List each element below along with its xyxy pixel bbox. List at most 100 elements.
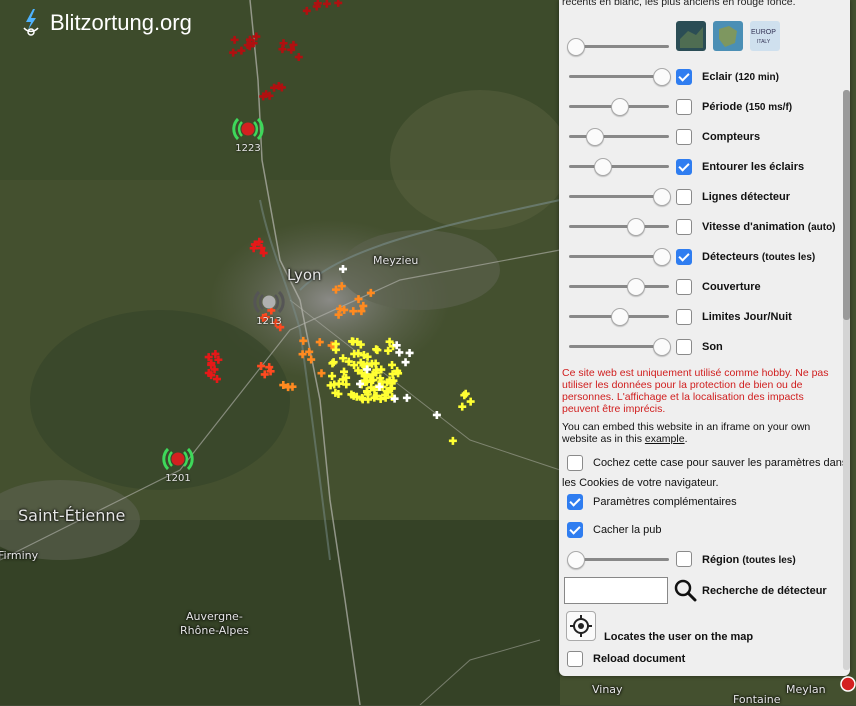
lightning-logo-icon [23,9,39,36]
locate-crosshair-icon [570,615,592,637]
hide-ad-checkbox[interactable] [567,522,583,538]
satellite-thumb-icon [680,27,703,48]
lightning-strikes-layer [204,0,475,445]
setting-slider[interactable] [569,157,669,176]
slider-knob[interactable] [653,337,671,356]
reload-checkbox[interactable] [567,651,583,667]
detector-search-input[interactable] [564,577,668,604]
setting-checkbox[interactable] [676,219,692,235]
legend-text: récents en blanc, les plus anciens en ro… [562,0,796,8]
slider-knob[interactable] [627,277,645,296]
setting-checkbox[interactable] [676,69,692,85]
map-thumb-europe[interactable] [713,21,743,51]
locate-user-button[interactable] [566,611,596,641]
region-label-text: Région [702,554,740,566]
strike-mark [307,355,316,364]
panel-scrollbar[interactable] [843,90,850,670]
strike-mark [340,305,349,314]
region-checkbox[interactable] [676,551,692,567]
brand-title: Blitzortung.org [50,10,192,35]
embed-end: . [684,433,688,445]
station-marker[interactable]: 1213 [253,286,285,327]
strike-mark [405,348,414,357]
station-code: 1223 [235,143,261,154]
brand[interactable]: Blitzortung.org [20,8,192,38]
strike-mark [257,362,266,371]
strike-mark [334,0,343,7]
slider-knob[interactable] [653,67,671,86]
strike-mark [432,410,441,419]
station-marker[interactable]: 1223 [232,113,264,154]
setting-checkbox[interactable] [676,159,692,175]
setting-slider[interactable] [569,97,669,116]
station-code: 1201 [165,473,191,484]
slider-knob[interactable] [611,97,629,116]
setting-slider[interactable] [569,337,671,356]
strike-mark [466,397,475,406]
station-marker-partial[interactable] [836,672,856,696]
setting-label: Eclair (120 min) [702,71,779,83]
strike-mark [349,307,358,316]
strike-mark [402,393,411,402]
station-marker[interactable]: 1201 [162,443,194,484]
strike-mark [350,349,359,358]
search-icon[interactable] [673,578,697,602]
setting-checkbox[interactable] [676,129,692,145]
setting-slider[interactable] [569,247,671,266]
setting-checkbox[interactable] [676,99,692,115]
city-label-firminy: Firminy [0,549,39,562]
region-label: Région (toutes les) [702,554,796,566]
setting-label: Son [702,341,723,353]
save-cookies-label-line2: les Cookies de votre navigateur. [562,477,719,489]
advanced-settings-checkbox[interactable] [567,494,583,510]
strike-mark [461,389,470,398]
strike-mark [460,391,469,400]
setting-checkbox[interactable] [676,189,692,205]
setting-label-text: Son [702,341,723,353]
setting-label-text: Compteurs [702,131,761,143]
scrollbar-thumb[interactable] [843,90,850,320]
setting-label: Vitesse d'animation (auto) [702,221,836,233]
setting-checkbox[interactable] [676,309,692,325]
slider-knob[interactable] [627,217,645,236]
strike-mark [328,359,337,368]
setting-slider[interactable] [569,127,669,146]
setting-label-text: Vitesse d'animation [702,221,805,233]
setting-label-text: Eclair [702,71,732,83]
broadcast-icon [162,447,194,471]
slider-knob[interactable] [653,247,671,266]
setting-slider[interactable] [569,217,669,236]
setting-slider[interactable] [569,187,671,206]
setting-label-text: Limites Jour/Nuit [702,311,792,323]
svg-text:EUROP: EUROP [751,29,776,36]
setting-checkbox[interactable] [676,279,692,295]
settings-panel: récents en blanc, les plus anciens en ro… [559,0,850,676]
broadcast-icon [253,290,285,314]
slider-knob[interactable] [586,127,604,146]
strike-mark [317,369,326,378]
map-thumb-europe-italy[interactable]: EUROP ITALY [750,21,780,51]
setting-slider[interactable] [569,277,669,296]
setting-checkbox[interactable] [676,339,692,355]
region-label-line1: Auvergne- [186,610,243,623]
setting-label: Couverture [702,281,761,293]
slider-knob[interactable] [611,307,629,326]
map-opacity-slider[interactable] [567,37,669,56]
slider-knob[interactable] [594,157,612,176]
strike-mark [322,0,331,8]
strike-mark [401,358,410,367]
slider-knob[interactable] [653,187,671,206]
strike-mark [229,48,238,57]
map-thumb-satellite[interactable] [676,21,706,51]
setting-label: Limites Jour/Nuit [702,311,792,323]
strike-mark [278,45,287,54]
setting-slider[interactable] [569,307,669,326]
save-cookies-checkbox[interactable] [567,455,583,471]
region-slider[interactable] [567,550,669,569]
embed-example-link[interactable]: example [645,433,685,445]
locate-user-label: Locates the user on the map [604,631,754,643]
setting-checkbox[interactable] [676,249,692,265]
setting-slider[interactable] [569,67,671,86]
setting-label: Période (150 ms/f) [702,101,792,113]
city-label-fontaine: Fontaine [733,693,781,706]
